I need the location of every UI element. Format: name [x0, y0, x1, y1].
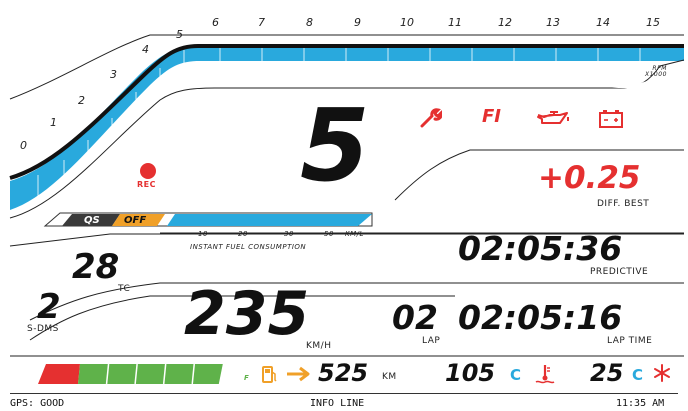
- speed-unit: KM/H: [306, 341, 332, 351]
- rpm-tick-label: 4: [142, 43, 149, 56]
- gps-status: GPS: GOOD: [10, 398, 65, 409]
- rpm-tick-label: 12: [498, 16, 512, 29]
- engine-temp-value: 105: [445, 359, 496, 387]
- fuel-consumption-tick: 50: [324, 230, 334, 238]
- qs-state: OFF: [124, 215, 147, 226]
- clock: 11:35 AM: [616, 398, 665, 409]
- lap-label: LAP: [422, 336, 441, 346]
- fuel-pump-icon: [262, 364, 278, 388]
- rpm-tick-label: 0: [20, 139, 27, 152]
- rpm-tick-label: 11: [448, 16, 462, 29]
- lap-time-label: LAP TIME: [607, 336, 653, 346]
- rpm-tick-label: 8: [306, 16, 313, 29]
- coolant-temp-icon: [534, 363, 556, 389]
- rpm-tick-label: 7: [258, 16, 265, 29]
- diff-best-label: DIFF. BEST: [597, 199, 650, 209]
- air-temp-unit: C: [632, 366, 644, 384]
- rpm-tick-label: 15: [646, 16, 660, 29]
- rec-indicator-icon: [140, 163, 156, 179]
- rpm-tick-label: 10: [400, 16, 414, 29]
- rpm-unit-label: RPM X1000: [645, 66, 667, 78]
- rec-label: REC: [137, 180, 156, 189]
- qs-label: QS: [84, 215, 100, 226]
- fuel-consumption-tick: 20: [238, 230, 248, 238]
- lap-time: 02:05:16: [458, 298, 623, 337]
- rpm-tick-label: 2: [78, 94, 85, 107]
- diff-best-value: +0.25: [538, 160, 641, 196]
- rpm-tick-label: 5: [176, 28, 183, 41]
- snowflake-icon: [652, 363, 672, 387]
- fuel-consumption-label: INSTANT FUEL CONSUMPTION: [190, 243, 307, 251]
- fuel-consumption-unit: KM/L: [345, 230, 364, 238]
- rpm-tick-label: 9: [354, 16, 361, 29]
- fuel-full-label: F: [244, 374, 249, 382]
- rpm-tick-label: 6: [212, 16, 219, 29]
- fi-warning-label: FI: [482, 106, 501, 127]
- arrow-right-icon: [286, 366, 312, 386]
- gear-indicator: 5: [300, 87, 370, 204]
- predictive-time: 02:05:36: [458, 229, 623, 268]
- sdms-value: 2: [37, 287, 61, 327]
- wrench-icon: [418, 106, 443, 134]
- air-temp-value: 25: [590, 359, 624, 387]
- fuel-consumption-tick: 30: [284, 230, 294, 238]
- info-line: INFO LINE: [310, 398, 365, 409]
- range-value: 525: [318, 359, 369, 387]
- fuel-consumption-bar: [167, 214, 372, 226]
- rpm-tick-label: 14: [596, 16, 610, 29]
- rpm-tick-label: 13: [546, 16, 560, 29]
- oil-can-icon: [536, 107, 570, 133]
- rpm-tick-label: 1: [50, 116, 57, 129]
- tc-label: TC: [118, 284, 131, 294]
- rpm-unit-line2: X1000: [645, 71, 667, 78]
- fuel-gauge-empty-zone: [38, 364, 80, 384]
- tc-value: 28: [72, 247, 120, 287]
- engine-temp-unit: C: [510, 366, 522, 384]
- fuel-empty-label: E: [38, 366, 43, 374]
- dashboard-frame: [9, 34, 685, 385]
- info-bar: GPS: GOOD INFO LINE 11:35 AM: [10, 393, 678, 411]
- fuel-consumption-tick: 10: [198, 230, 208, 238]
- speed-value: 235: [184, 279, 310, 349]
- fuel-level-bar: [78, 364, 223, 384]
- battery-icon: [598, 109, 624, 133]
- range-unit: KM: [382, 372, 397, 382]
- dashboard: 0 1 2 3 4 5 6 7 8 9 10 11 12 13 14 15 RPM X1000 5 REC F…: [0, 0, 688, 410]
- sdms-label: S-DMS: [27, 324, 59, 334]
- rpm-tick-label: 3: [110, 68, 117, 81]
- predictive-label: PREDICTIVE: [590, 267, 649, 277]
- lap-number: 02: [392, 298, 438, 337]
